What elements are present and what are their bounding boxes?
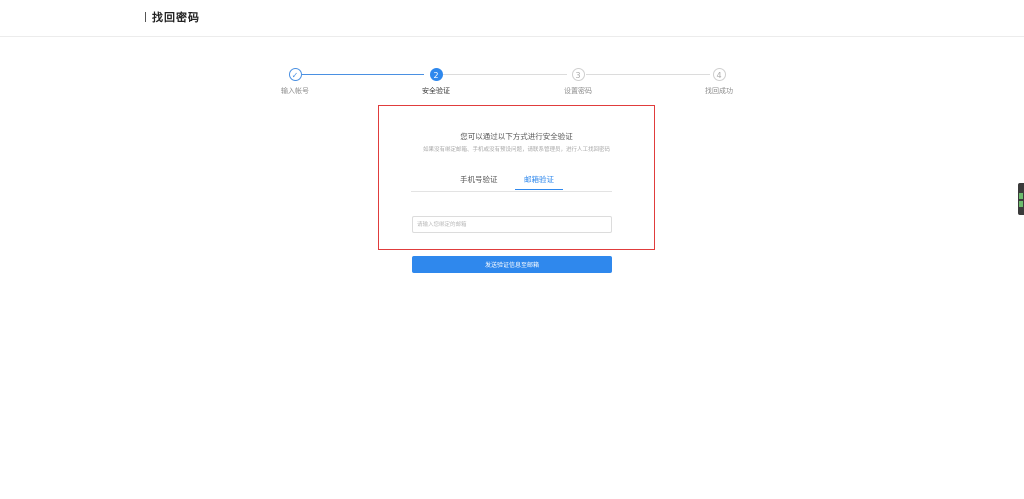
step-1-label: 输入帐号 [281, 87, 309, 95]
email-input[interactable] [412, 216, 612, 233]
verify-method-tabs: 手机号验证 邮箱验证 [411, 174, 612, 192]
step-4: 4 找回成功 [679, 66, 759, 96]
step-2-number: 2 [429, 68, 443, 81]
step-2: 2 安全验证 [396, 66, 476, 96]
tab-email-verify[interactable]: 邮箱验证 [515, 174, 563, 190]
side-widget[interactable] [1018, 183, 1024, 215]
check-icon: ✓ [288, 68, 302, 81]
verify-hint: 如果没有绑定邮箱、手机或没有预设问题，请联系管理员，进行人工找回密码 [422, 147, 610, 153]
step-3-label: 设置密码 [564, 87, 592, 95]
step-4-label: 找回成功 [705, 87, 733, 95]
header-bar: 找回密码 [0, 0, 1024, 37]
step-4-number: 4 [712, 68, 726, 81]
step-3-number: 3 [571, 68, 585, 81]
progress-steps: ✓ 输入帐号 2 安全验证 3 设置密码 4 找回成功 [0, 66, 1024, 106]
step-3: 3 设置密码 [538, 66, 618, 96]
page-title-text: 找回密码 [152, 11, 200, 24]
title-divider [145, 12, 146, 22]
verify-prompt: 您可以通过以下方式进行安全验证 [460, 132, 573, 141]
side-widget-indicator [1019, 201, 1023, 207]
side-widget-indicator [1019, 193, 1023, 199]
tab-phone-verify[interactable]: 手机号验证 [460, 174, 498, 190]
page-title: 找回密码 [145, 9, 200, 25]
send-verification-button[interactable]: 发送验证信息至邮箱 [412, 256, 612, 273]
step-2-label: 安全验证 [422, 87, 450, 95]
step-1: ✓ 输入帐号 [255, 66, 335, 96]
